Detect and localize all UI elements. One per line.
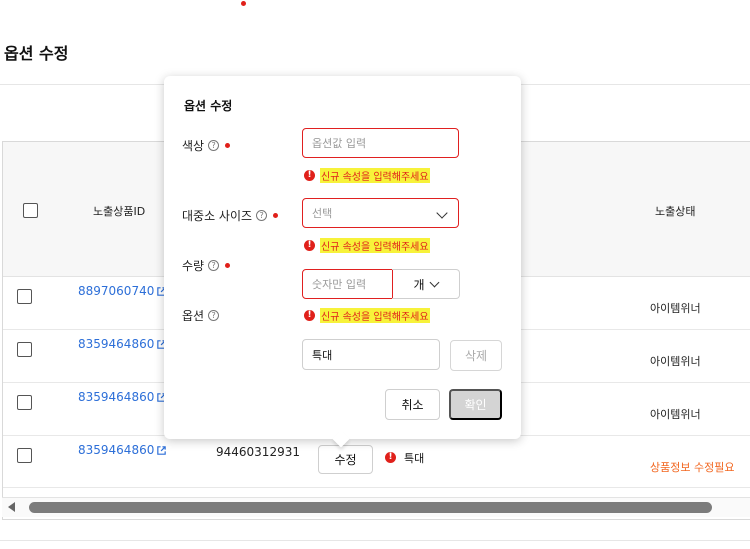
field-label-text: 수량 xyxy=(182,259,205,273)
option-value: 특대 xyxy=(404,452,425,465)
column-header-product-id: 노출상품ID xyxy=(93,205,146,218)
select-all-checkbox[interactable] xyxy=(23,203,38,218)
field-label-text: 색상 xyxy=(182,139,205,153)
field-label-color: 색상 ? xyxy=(182,137,231,154)
error-icon: ! xyxy=(304,170,315,181)
scroll-left-arrow-icon[interactable] xyxy=(8,502,15,512)
product-id-text: 8359464860 xyxy=(78,443,155,457)
external-link-icon xyxy=(157,445,167,455)
product-id-link[interactable]: 8359464860 xyxy=(78,443,167,457)
error-icon: ! xyxy=(304,310,315,321)
error-text: 신규 속성을 입력해주세요 xyxy=(320,168,430,183)
option-edit-popover: 옵션 수정 색상 ? 옵션값 입력 ! 신규 속성을 입력해주세요 대중소 사이… xyxy=(164,76,521,448)
row-checkbox[interactable] xyxy=(17,448,32,463)
popover-title: 옵션 수정 xyxy=(184,99,233,113)
row-checkbox[interactable] xyxy=(17,289,32,304)
horizontal-scrollbar[interactable] xyxy=(2,497,750,517)
select-placeholder: 선택 xyxy=(312,207,333,220)
field-label-text: 옵션 xyxy=(182,309,205,323)
field-label-quantity: 수량 ? xyxy=(182,257,231,274)
divider xyxy=(0,540,750,541)
field-label-size: 대중소 사이즈 ? xyxy=(182,207,279,224)
product-id-text: 8359464860 xyxy=(78,390,155,404)
field-label-text: 대중소 사이즈 xyxy=(182,209,253,223)
size-select[interactable]: 선택 xyxy=(302,198,459,228)
color-input[interactable]: 옵션값 입력 xyxy=(302,128,459,158)
delete-option-button[interactable]: 삭제 xyxy=(450,340,502,371)
product-id-link[interactable]: 8359464860 xyxy=(78,390,167,404)
error-icon: ! xyxy=(385,452,396,463)
cancel-button[interactable]: 취소 xyxy=(385,389,440,420)
product-id-link[interactable]: 8359464860 xyxy=(78,337,167,351)
column-header-status: 노출상태 xyxy=(655,205,696,218)
status-text: 아이템위너 xyxy=(650,302,701,315)
table-row: 8359464860 94460312931 수정 ! 특대 상품정보 수정필요 xyxy=(3,437,750,488)
help-icon[interactable]: ? xyxy=(208,310,220,321)
help-icon[interactable]: ? xyxy=(208,260,220,271)
edit-option-button[interactable]: 수정 xyxy=(318,445,373,474)
help-icon[interactable]: ? xyxy=(208,140,220,151)
option-value-input[interactable]: 특대 xyxy=(302,339,440,370)
required-indicator xyxy=(225,263,231,268)
notification-dot xyxy=(241,1,246,6)
chevron-down-icon xyxy=(429,277,439,287)
product-id-link[interactable]: 8897060740 xyxy=(78,284,167,298)
row-checkbox[interactable] xyxy=(17,395,32,410)
help-icon[interactable]: ? xyxy=(256,210,268,221)
chevron-down-icon xyxy=(436,207,448,219)
error-text: 신규 속성을 입력해주세요 xyxy=(320,238,430,253)
required-indicator xyxy=(273,213,279,218)
scrollbar-thumb[interactable] xyxy=(29,502,712,513)
product-id-text: 8897060740 xyxy=(78,284,155,298)
unit-select[interactable]: 개 xyxy=(392,269,460,299)
quantity-error-message: ! 신규 속성을 입력해주세요 xyxy=(304,308,430,323)
row-checkbox[interactable] xyxy=(17,342,32,357)
quantity-input[interactable]: 숫자만 입력 xyxy=(302,269,393,299)
required-indicator xyxy=(225,143,231,148)
color-error-message: ! 신규 속성을 입력해주세요 xyxy=(304,168,430,183)
product-id-text: 8359464860 xyxy=(78,337,155,351)
field-label-option: 옵션 ? xyxy=(182,307,220,324)
error-icon: ! xyxy=(304,240,315,251)
status-text: 아이템위너 xyxy=(650,355,701,368)
page-title: 옵션 수정 xyxy=(4,44,69,63)
option-number: 94460312931 xyxy=(216,445,300,459)
size-error-message: ! 신규 속성을 입력해주세요 xyxy=(304,238,430,253)
error-text: 신규 속성을 입력해주세요 xyxy=(320,308,430,323)
status-text-warning: 상품정보 수정필요 xyxy=(650,461,735,474)
unit-text: 개 xyxy=(413,277,425,292)
status-text: 아이템위너 xyxy=(650,408,701,421)
confirm-button[interactable]: 확인 xyxy=(449,389,502,420)
